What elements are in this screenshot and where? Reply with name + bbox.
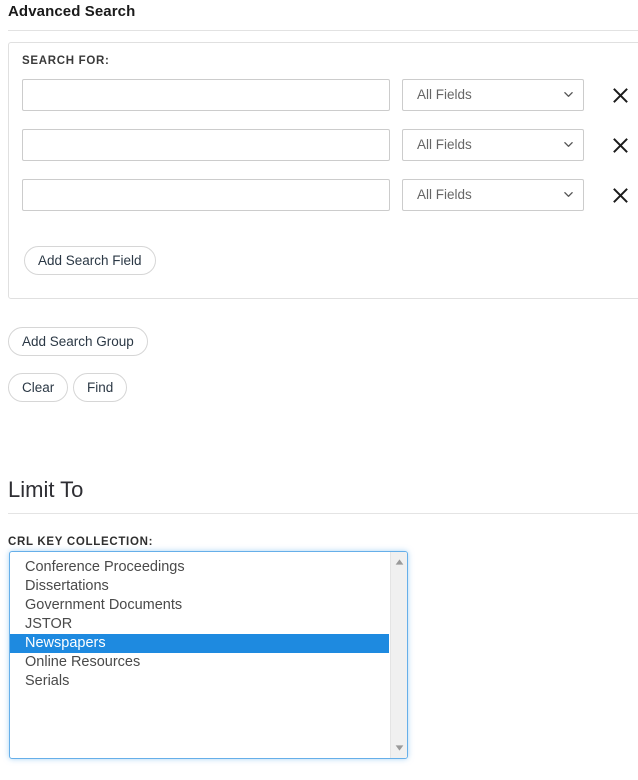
remove-search-row-button[interactable]	[605, 130, 635, 160]
close-x-icon	[611, 186, 630, 205]
crl-key-collection-label: CRL KEY COLLECTION:	[8, 536, 154, 548]
listbox-option[interactable]: Conference Proceedings	[10, 558, 389, 577]
search-term-input[interactable]	[22, 179, 390, 211]
search-field-select-wrapper[interactable]: All Fields	[402, 179, 584, 211]
search-field-select[interactable]: All Fields	[402, 179, 584, 211]
close-x-icon	[611, 136, 630, 155]
listbox-option[interactable]: Serials	[10, 672, 389, 691]
triangle-up-icon[interactable]	[391, 554, 407, 570]
search-field-select[interactable]: All Fields	[402, 79, 584, 111]
search-term-input[interactable]	[22, 129, 390, 161]
limit-to-divider	[8, 513, 638, 514]
clear-button[interactable]: Clear	[8, 373, 69, 402]
search-for-label: SEARCH FOR:	[22, 55, 110, 67]
close-x-icon	[611, 86, 630, 105]
page-title: Advanced Search	[8, 3, 136, 20]
search-field-select[interactable]: All Fields	[402, 129, 584, 161]
remove-search-row-button[interactable]	[605, 80, 635, 110]
search-field-select-wrapper[interactable]: All Fields	[402, 79, 584, 111]
triangle-down-icon[interactable]	[391, 740, 407, 756]
listbox-option[interactable]: Online Resources	[10, 653, 389, 672]
listbox-option[interactable]: Newspapers	[10, 634, 389, 653]
search-term-input[interactable]	[22, 79, 390, 111]
listbox-option[interactable]: JSTOR	[10, 615, 389, 634]
add-search-field-button[interactable]: Add Search Field	[24, 246, 156, 275]
crl-key-collection-listbox[interactable]: Conference Proceedings Dissertations Gover…	[9, 551, 408, 759]
advanced-search-page: Advanced Search SEARCH FOR: All Fields A…	[0, 0, 638, 780]
listbox-option[interactable]: Government Documents	[10, 596, 389, 615]
header-divider	[8, 30, 638, 31]
search-group-panel: SEARCH FOR: All Fields All Fields All Fi…	[8, 42, 638, 299]
add-search-group-button[interactable]: Add Search Group	[8, 327, 148, 356]
listbox-options[interactable]: Conference Proceedings Dissertations Gover…	[10, 558, 389, 691]
find-button[interactable]: Find	[73, 373, 128, 402]
listbox-option[interactable]: Dissertations	[10, 577, 389, 596]
remove-search-row-button[interactable]	[605, 180, 635, 210]
search-field-select-wrapper[interactable]: All Fields	[402, 129, 584, 161]
listbox-scrollbar[interactable]	[390, 552, 407, 758]
limit-to-heading: Limit To	[8, 477, 84, 502]
